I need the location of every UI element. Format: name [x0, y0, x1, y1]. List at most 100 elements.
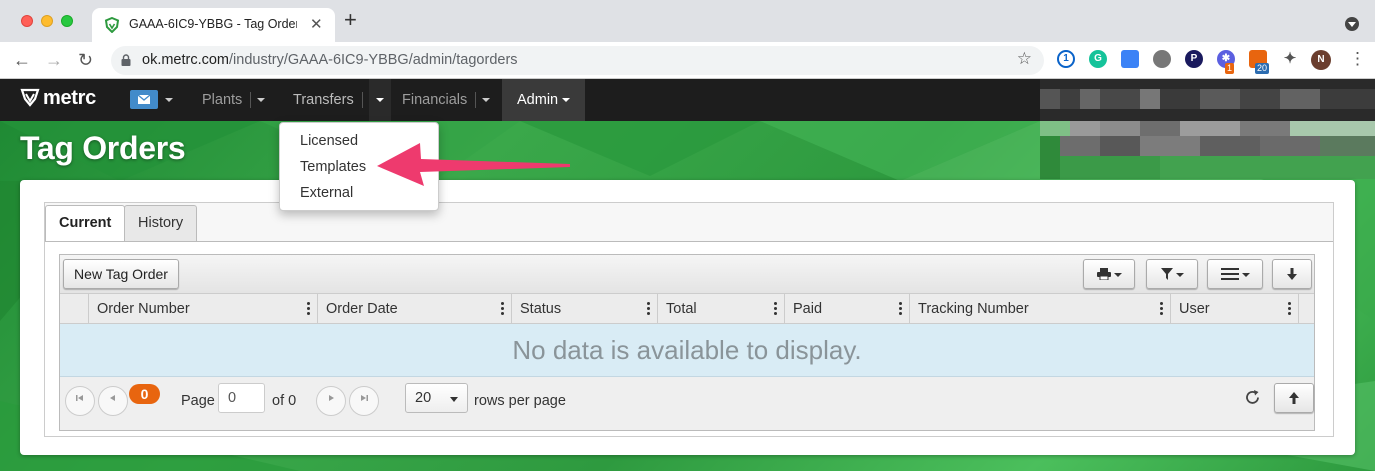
- column-menu-icon[interactable]: [1160, 302, 1163, 316]
- url-text: ok.metrc.com/industry/GAAA-6IC9-YBBG/adm…: [142, 52, 518, 68]
- column-menu-icon[interactable]: [774, 302, 777, 316]
- pixelated-block: [1040, 79, 1375, 179]
- upload-arrow-icon: [1289, 392, 1299, 404]
- nav-transfers-label: Transfers: [293, 92, 354, 108]
- column-menu-icon[interactable]: [899, 302, 902, 316]
- column-menu-icon[interactable]: [307, 302, 310, 316]
- bookmark-star-icon[interactable]: ☆: [1017, 49, 1032, 69]
- upload-button[interactable]: [1274, 383, 1314, 413]
- new-tag-order-button[interactable]: New Tag Order: [63, 259, 179, 289]
- url-path: /industry/GAAA-6IC9-YBBG/admin/tagorders: [229, 52, 518, 68]
- metrc-shield-icon: [20, 88, 40, 107]
- nav-financials[interactable]: Financials: [402, 79, 491, 121]
- browser-tab[interactable]: GAAA-6IC9-YBBG - Tag Orders ✕: [92, 8, 335, 42]
- column-header[interactable]: Order Number: [88, 294, 317, 324]
- envelope-icon: [137, 94, 151, 104]
- tag-orders-grid: New Tag Order Order Number Order Date St…: [59, 254, 1315, 431]
- nav-financials-label: Financials: [402, 92, 468, 108]
- column-title: Order Number: [97, 301, 190, 317]
- tab-content: New Tag Order Order Number Order Date St…: [45, 241, 1333, 436]
- metrc-favicon-icon: [104, 17, 120, 33]
- nav-plants[interactable]: Plants: [202, 79, 266, 121]
- last-page-icon: [361, 395, 368, 401]
- nav-transfers[interactable]: Transfers: [293, 79, 391, 121]
- profile-avatar[interactable]: N: [1311, 50, 1331, 70]
- browser-tab-title: GAAA-6IC9-YBBG - Tag Orders: [129, 17, 297, 31]
- column-header[interactable]: Order Date: [317, 294, 511, 324]
- tab-container: Current History New Tag Order Order Numb…: [44, 202, 1334, 437]
- previous-page-button[interactable]: [98, 386, 128, 416]
- lock-icon: [121, 54, 131, 66]
- nav-admin[interactable]: Admin: [502, 79, 586, 121]
- menu-item-external[interactable]: External: [300, 185, 353, 201]
- extension-notes-icon[interactable]: [1121, 50, 1139, 68]
- next-page-button[interactable]: [316, 386, 346, 416]
- grammarly-icon[interactable]: G: [1089, 50, 1107, 68]
- column-menu-icon[interactable]: [501, 302, 504, 316]
- chevron-down-icon: [562, 98, 571, 103]
- column-header[interactable]: User: [1170, 294, 1298, 324]
- messages-button[interactable]: [130, 90, 158, 109]
- last-page-button[interactable]: [349, 386, 379, 416]
- annotation-arrow-icon: [377, 143, 570, 186]
- chevron-down-icon: [450, 397, 458, 402]
- download-button[interactable]: [1272, 259, 1312, 289]
- redacted-user-info: [1040, 79, 1375, 179]
- reload-icon[interactable]: ↻: [78, 48, 93, 72]
- menu-item-licensed[interactable]: Licensed: [300, 133, 358, 149]
- page-title: Tag Orders: [20, 130, 186, 166]
- tab-history[interactable]: History: [124, 205, 198, 241]
- url-host: ok.metrc.com: [142, 52, 230, 68]
- list-icon: [1220, 268, 1239, 280]
- menu-item-templates[interactable]: Templates: [300, 159, 366, 175]
- next-page-icon: [329, 395, 334, 401]
- window-close-button[interactable]: [21, 15, 33, 27]
- metrc-logo[interactable]: metrc: [20, 87, 96, 110]
- empty-grid-message: No data is available to display.: [60, 324, 1314, 377]
- grid-toolbar: New Tag Order: [60, 255, 1314, 294]
- column-title: Paid: [793, 301, 823, 317]
- browser-menu-icon[interactable]: ⋮: [1349, 47, 1366, 71]
- column-menu-icon[interactable]: [1288, 302, 1291, 316]
- filter-icon: [1160, 268, 1173, 280]
- column-title: Tracking Number: [918, 301, 1029, 317]
- messages-caret-icon[interactable]: [165, 98, 173, 102]
- nav-plants-label: Plants: [202, 92, 243, 108]
- column-title: Order Date: [326, 301, 398, 317]
- grid-column-headers: Order Number Order Date Status Total Pai…: [60, 294, 1314, 324]
- column-header[interactable]: Paid: [784, 294, 909, 324]
- columns-button[interactable]: [1207, 259, 1263, 289]
- page-label: Page: [181, 393, 215, 409]
- extensions-puzzle-icon[interactable]: ✦: [1281, 50, 1299, 68]
- tab-search-icon[interactable]: [1345, 17, 1359, 31]
- rows-per-page-select[interactable]: 20: [405, 383, 468, 413]
- logo-text: metrc: [43, 87, 96, 109]
- tab-current[interactable]: Current: [45, 205, 126, 242]
- page-number-input[interactable]: 0: [218, 383, 265, 413]
- column-header[interactable]: Tracking Number: [909, 294, 1170, 324]
- back-icon[interactable]: ←: [13, 48, 31, 72]
- previous-page-icon: [110, 395, 115, 401]
- column-title: Status: [520, 301, 562, 317]
- window-maximize-button[interactable]: [61, 15, 73, 27]
- printer-icon: [1096, 268, 1111, 281]
- record-count-badge: 0: [129, 384, 160, 404]
- column-menu-icon[interactable]: [647, 302, 650, 316]
- print-button[interactable]: [1083, 259, 1135, 289]
- password-manager-icon[interactable]: 1: [1057, 50, 1075, 68]
- forward-icon[interactable]: →: [45, 48, 63, 72]
- transfers-dropdown-toggle[interactable]: [368, 79, 391, 121]
- new-tab-icon[interactable]: +: [344, 9, 357, 31]
- chevron-down-icon: [482, 98, 491, 103]
- first-page-button[interactable]: [65, 386, 95, 416]
- column-header[interactable]: Status: [511, 294, 657, 324]
- link-icon[interactable]: [1153, 50, 1171, 68]
- address-bar[interactable]: ok.metrc.com/industry/GAAA-6IC9-YBBG/adm…: [111, 46, 1044, 75]
- refresh-icon[interactable]: [1244, 389, 1261, 406]
- filter-button[interactable]: [1146, 259, 1198, 289]
- column-header[interactable]: Total: [657, 294, 784, 324]
- tab-close-icon[interactable]: ✕: [310, 15, 323, 33]
- extension-p-icon[interactable]: P: [1185, 50, 1203, 68]
- window-minimize-button[interactable]: [41, 15, 53, 27]
- column-header-select[interactable]: [60, 294, 88, 324]
